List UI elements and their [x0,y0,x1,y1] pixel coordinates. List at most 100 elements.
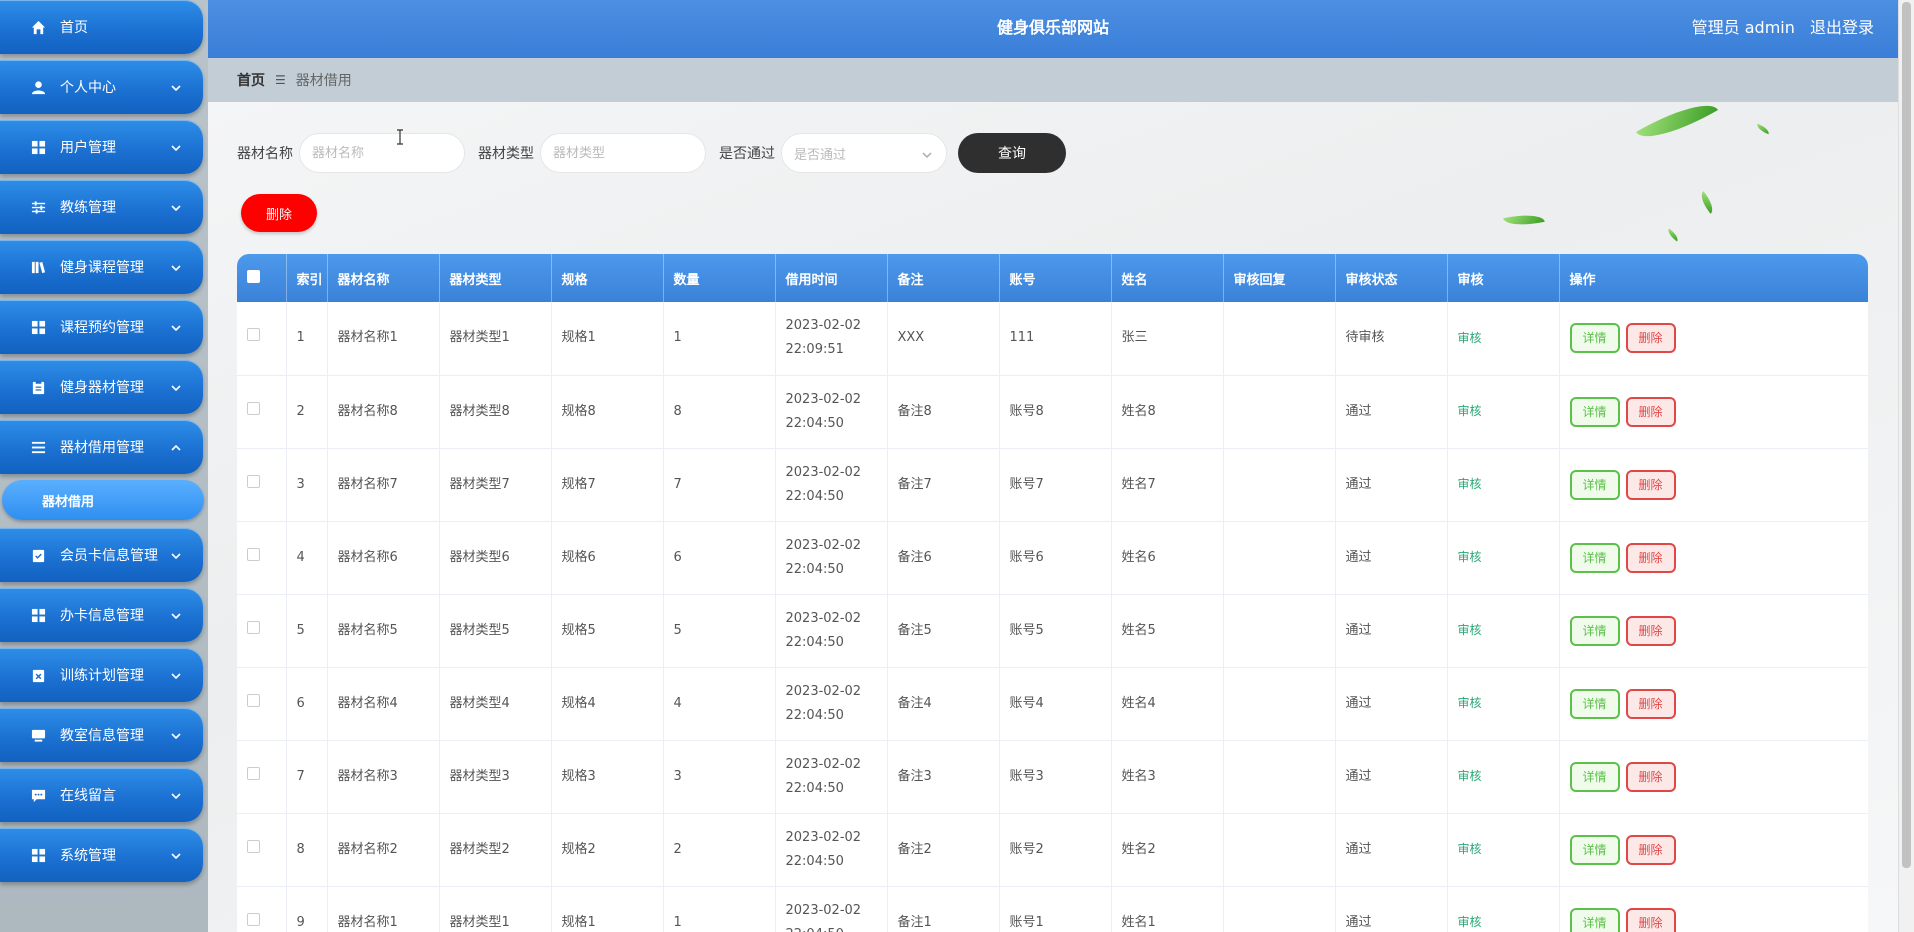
breadcrumb: 首页 ☰ 器材借用 [208,58,1898,102]
sidebar-item-12[interactable]: 教室信息管理 [0,708,203,762]
chevron-down-icon [171,261,181,272]
select-all-checkbox[interactable] [247,269,260,283]
cell-status: 通过 [1335,521,1448,595]
row-delete-button[interactable]: 删除 [1625,542,1676,573]
audit-link[interactable]: 审核 [1458,696,1482,710]
sidebar-item-8[interactable]: 器材借用管理 [0,420,203,474]
submenu-item-equipment-borrow[interactable]: 器材借用 [2,480,204,520]
cell-reply [1223,448,1336,522]
breadcrumb-separator-icon: ☰ [275,73,286,87]
cell-note: 备注4 [887,667,1000,741]
detail-button[interactable]: 详情 [1569,615,1620,646]
query-button[interactable]: 查询 [958,133,1066,173]
sidebar-item-10[interactable]: 办卡信息管理 [0,588,203,642]
cell-note: 备注6 [887,521,1000,595]
row-delete-button[interactable]: 删除 [1625,615,1676,646]
row-checkbox[interactable] [247,766,260,780]
sidebar-item-2[interactable]: 个人中心 [0,60,203,114]
sidebar-item-3[interactable]: 用户管理 [0,120,203,174]
sidebar-item-label: 办卡信息管理 [60,608,144,624]
grid-icon [30,139,46,155]
sidebar-item-label: 健身课程管理 [60,260,144,276]
chevron-down-icon [171,669,181,680]
cell-type: 器材类型3 [439,740,552,814]
row-delete-button[interactable]: 删除 [1625,323,1676,354]
row-checkbox[interactable] [247,912,260,926]
row-delete-button[interactable]: 删除 [1625,834,1676,865]
main-content: 器材名称 器材类型 是否通过 是否通过 查询 删除 索引器材名称器材类型规格数量… [208,102,1898,932]
cell-status: 待审核 [1335,302,1448,376]
cell-status: 通过 [1335,375,1448,449]
row-checkbox[interactable] [247,328,260,342]
row-checkbox[interactable] [247,839,260,853]
sidebar-item-4[interactable]: 教练管理 [0,180,203,234]
logout-link[interactable]: 退出登录 [1810,18,1874,37]
cell-note: 备注2 [887,813,1000,887]
audit-link[interactable]: 审核 [1458,915,1482,929]
cell-person: 姓名7 [1111,448,1224,522]
cell-name: 器材名称5 [327,594,440,668]
detail-button[interactable]: 详情 [1569,761,1620,792]
cell-qty: 8 [663,375,776,449]
row-delete-button[interactable]: 删除 [1625,688,1676,719]
row-checkbox[interactable] [247,547,260,561]
sidebar-item-label: 健身器材管理 [60,380,144,396]
chevron-down-icon [171,81,181,92]
cell-spec: 规格2 [551,813,664,887]
row-delete-button[interactable]: 删除 [1625,907,1676,932]
cell-account: 账号6 [999,521,1112,595]
detail-button[interactable]: 详情 [1569,323,1620,354]
sidebar-item-13[interactable]: 在线留言 [0,768,203,822]
row-checkbox[interactable] [247,620,260,634]
grid-icon [30,847,46,863]
scrollbar-thumb[interactable] [1902,2,1911,868]
audit-link[interactable]: 审核 [1458,623,1482,637]
batch-delete-button[interactable]: 删除 [241,194,317,232]
admin-label[interactable]: 管理员 admin [1692,18,1795,37]
x-clipboard-icon [30,667,46,683]
sidebar-item-6[interactable]: 课程预约管理 [0,300,203,354]
column-header: 审核回复 [1223,254,1336,302]
detail-button[interactable]: 详情 [1569,907,1620,932]
row-checkbox[interactable] [247,693,260,707]
table-row: 5 器材名称5 器材类型5 规格5 5 2023-02-02 22:04:50 备注5 账号5… [237,594,1868,668]
sidebar-item-9[interactable]: 会员卡信息管理 [0,528,203,582]
row-delete-button[interactable]: 删除 [1625,396,1676,427]
audit-link[interactable]: 审核 [1458,550,1482,564]
row-checkbox[interactable] [247,401,260,415]
row-delete-button[interactable]: 删除 [1625,469,1676,500]
equipment-name-input[interactable] [299,133,465,173]
detail-button[interactable]: 详情 [1569,688,1620,719]
audit-link[interactable]: 审核 [1458,404,1482,418]
row-select-cell [237,521,287,595]
pass-status-select[interactable]: 是否通过 [781,133,947,173]
detail-button[interactable]: 详情 [1569,542,1620,573]
cell-audit: 审核 [1447,594,1560,668]
sidebar-item-label: 教练管理 [60,200,116,216]
cell-status: 通过 [1335,667,1448,741]
page-scrollbar[interactable] [1898,0,1914,932]
row-select-cell [237,740,287,814]
audit-link[interactable]: 审核 [1458,842,1482,856]
check-clipboard-icon [30,547,46,563]
sidebar-item-1[interactable]: 首页 [0,0,203,54]
cell-time: 2023-02-02 22:04:50 [775,448,888,522]
row-checkbox[interactable] [247,474,260,488]
sidebar-item-7[interactable]: 健身器材管理 [0,360,203,414]
detail-button[interactable]: 详情 [1569,469,1620,500]
sidebar-item-14[interactable]: 系统管理 [0,828,203,882]
equipment-type-input[interactable] [540,133,706,173]
cell-reply [1223,594,1336,668]
breadcrumb-home[interactable]: 首页 [237,70,265,90]
detail-button[interactable]: 详情 [1569,396,1620,427]
column-header: 规格 [551,254,664,302]
audit-link[interactable]: 审核 [1458,769,1482,783]
sidebar-item-11[interactable]: 训练计划管理 [0,648,203,702]
audit-link[interactable]: 审核 [1458,477,1482,491]
cell-time: 2023-02-02 22:04:50 [775,594,888,668]
audit-link[interactable]: 审核 [1458,331,1482,345]
sidebar-item-5[interactable]: 健身课程管理 [0,240,203,294]
sidebar-item-label: 会员卡信息管理 [60,548,158,564]
row-delete-button[interactable]: 删除 [1625,761,1676,792]
detail-button[interactable]: 详情 [1569,834,1620,865]
